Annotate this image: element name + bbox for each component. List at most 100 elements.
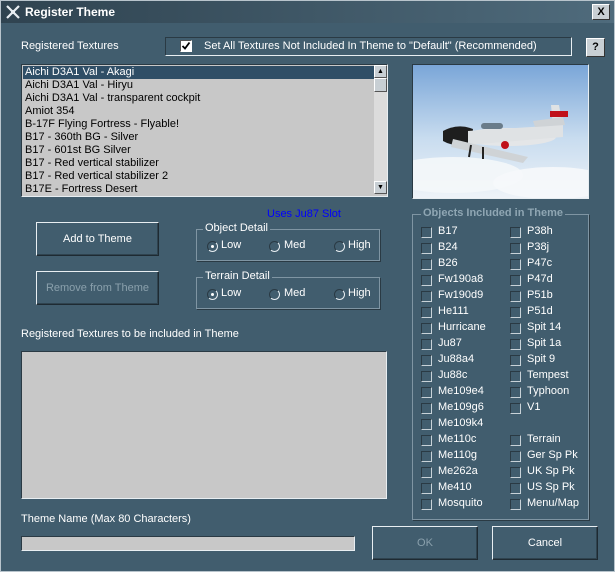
object-checkbox[interactable]: [421, 243, 432, 254]
object-checkbox[interactable]: [510, 371, 521, 382]
texture-item[interactable]: B17 - 601st BG Silver: [23, 144, 375, 157]
scroll-down-arrow-icon[interactable]: ▼: [374, 181, 387, 194]
registered-textures-list[interactable]: Aichi D3A1 Val - Akagi Aichi D3A1 Val - …: [21, 64, 388, 197]
object-checkbox[interactable]: [510, 499, 521, 510]
ok-button[interactable]: OK: [372, 526, 478, 560]
object-checkbox[interactable]: [510, 467, 521, 478]
object-detail-low-radio[interactable]: [207, 241, 218, 252]
terrain-detail-group: Terrain Detail Low Med High: [196, 270, 380, 309]
texture-item[interactable]: B17E - Fortress Desert: [23, 183, 375, 196]
object-label: Me110c: [438, 433, 477, 445]
help-button[interactable]: ?: [586, 38, 605, 57]
object-checkbox[interactable]: [510, 355, 521, 366]
object-label: Ju88a4: [438, 353, 475, 365]
texture-item[interactable]: Aichi D3A1 Val - transparent cockpit: [23, 92, 375, 105]
object-checkbox[interactable]: [510, 259, 521, 270]
texture-list-scrollbar[interactable]: ▲ ▼: [374, 65, 387, 194]
texture-item[interactable]: B17 - Red vertical stabilizer 2: [23, 170, 375, 183]
object-checkbox[interactable]: [510, 483, 521, 494]
object-detail-low-label: Low: [221, 239, 242, 251]
texture-item[interactable]: B17 - Red vertical stabilizer: [23, 157, 375, 170]
add-to-theme-button[interactable]: Add to Theme: [36, 222, 159, 256]
object-checkbox[interactable]: [510, 243, 521, 254]
terrain-detail-title: Terrain Detail: [203, 270, 272, 282]
object-detail-med-radio[interactable]: [269, 241, 280, 252]
object-label: Ger Sp Pk: [527, 449, 578, 461]
object-checkbox[interactable]: [421, 355, 432, 366]
object-label: Spit 14: [527, 321, 562, 333]
object-checkbox[interactable]: [421, 371, 432, 382]
object-checkbox[interactable]: [510, 339, 521, 350]
object-checkbox[interactable]: [421, 419, 432, 430]
texture-item[interactable]: B17 - 360th BG - Silver: [23, 131, 375, 144]
object-label: He111: [438, 305, 469, 317]
object-detail-high-radio[interactable]: [334, 241, 345, 252]
theme-name-label: Theme Name (Max 80 Characters): [21, 513, 191, 525]
set-all-default-checkbox[interactable]: [180, 40, 192, 52]
texture-item[interactable]: Amiot 354: [23, 105, 375, 118]
object-label: Spit 1a: [527, 337, 562, 349]
object-label: Ju88c: [438, 369, 468, 381]
object-label: Typhoon: [527, 385, 570, 397]
object-checkbox[interactable]: [421, 387, 432, 398]
object-checkbox[interactable]: [510, 307, 521, 318]
object-checkbox[interactable]: [421, 467, 432, 478]
object-label: Hurricane: [438, 321, 486, 333]
object-checkbox[interactable]: [510, 323, 521, 334]
close-button[interactable]: X: [592, 4, 610, 20]
object-label: Me110g: [438, 449, 477, 461]
object-checkbox[interactable]: [510, 227, 521, 238]
object-checkbox[interactable]: [510, 403, 521, 414]
object-checkbox[interactable]: [510, 291, 521, 302]
object-checkbox[interactable]: [421, 259, 432, 270]
set-all-default-option[interactable]: Set All Textures Not Included In Theme t…: [165, 37, 572, 56]
title-bar[interactable]: Register Theme X: [1, 1, 614, 23]
terrain-detail-low-radio[interactable]: [207, 289, 218, 300]
object-checkbox[interactable]: [421, 451, 432, 462]
terrain-detail-med-radio[interactable]: [269, 289, 280, 300]
object-checkbox[interactable]: [421, 499, 432, 510]
object-checkbox[interactable]: [510, 387, 521, 398]
object-checkbox[interactable]: [510, 275, 521, 286]
object-label: Menu/Map: [527, 497, 579, 509]
object-label: Fw190d9: [438, 289, 484, 301]
object-checkbox[interactable]: [421, 323, 432, 334]
included-textures-list[interactable]: [21, 351, 387, 499]
object-detail-group: Object Detail Low Med High: [196, 222, 380, 261]
texture-item[interactable]: Aichi D3A1 Val - Hiryu: [23, 79, 375, 92]
terrain-detail-high-radio[interactable]: [334, 289, 345, 300]
object-detail-med-label: Med: [284, 239, 306, 251]
object-label: Spit 9: [527, 353, 556, 365]
aircraft-preview-icon: [413, 65, 588, 198]
theme-name-input[interactable]: [21, 536, 355, 551]
slot-info-label: Uses Ju87 Slot: [267, 208, 341, 220]
object-checkbox[interactable]: [421, 339, 432, 350]
remove-from-theme-button[interactable]: Remove from Theme: [36, 271, 159, 305]
scrollbar-thumb[interactable]: [374, 78, 387, 92]
object-checkbox[interactable]: [421, 403, 432, 414]
terrain-detail-med-label: Med: [284, 287, 306, 299]
object-checkbox[interactable]: [510, 435, 521, 446]
object-checkbox[interactable]: [421, 435, 432, 446]
object-checkbox[interactable]: [421, 275, 432, 286]
register-theme-window: Register Theme X Registered Textures Set…: [0, 0, 615, 572]
object-label: P38j: [527, 241, 550, 253]
cancel-button[interactable]: Cancel: [492, 526, 598, 560]
terrain-detail-high-label: High: [348, 287, 371, 299]
texture-item[interactable]: Aichi D3A1 Val - Akagi: [23, 66, 375, 79]
object-checkbox[interactable]: [510, 451, 521, 462]
object-checkbox[interactable]: [421, 307, 432, 318]
objects-included-title: Objects Included in Theme: [421, 207, 565, 219]
object-label: P51d: [527, 305, 553, 317]
object-checkbox[interactable]: [421, 227, 432, 238]
object-label: Me410: [438, 481, 472, 493]
object-label: V1: [527, 401, 541, 413]
checkmark-icon: [181, 41, 191, 50]
object-label: B26: [438, 257, 458, 269]
object-label: Ju87: [438, 337, 462, 349]
object-detail-title: Object Detail: [203, 222, 270, 234]
scroll-up-arrow-icon[interactable]: ▲: [374, 65, 387, 78]
object-checkbox[interactable]: [421, 483, 432, 494]
object-checkbox[interactable]: [421, 291, 432, 302]
texture-item[interactable]: B-17F Flying Fortress - Flyable!: [23, 118, 375, 131]
